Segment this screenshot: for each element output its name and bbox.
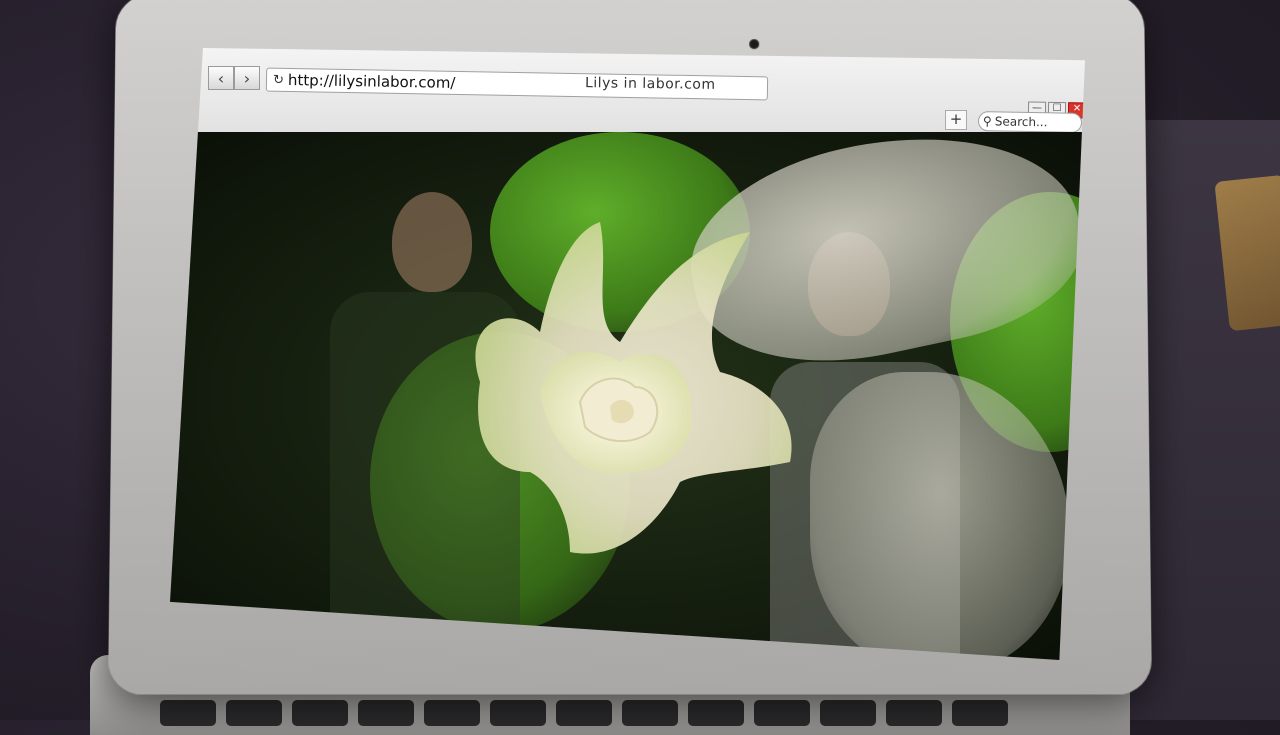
key: [556, 700, 612, 726]
nav-buttons: ‹ ›: [208, 66, 260, 90]
chevron-right-icon: ›: [244, 69, 250, 88]
key: [226, 700, 282, 726]
search-placeholder: Search...: [995, 114, 1048, 129]
key: [292, 700, 348, 726]
browser-toolbar: ‹ › ↻ http://lilysinlabor.com/ Lilys in …: [170, 48, 1085, 133]
key: [160, 700, 216, 726]
chevron-left-icon: ‹: [218, 69, 224, 88]
key: [622, 700, 678, 726]
laptop-screen: ‹ › ↻ http://lilysinlabor.com/ Lilys in …: [170, 48, 1085, 660]
key: [886, 700, 942, 726]
forward-button[interactable]: ›: [234, 66, 260, 90]
key: [688, 700, 744, 726]
search-input[interactable]: ⚲ Search...: [978, 111, 1082, 133]
key: [952, 700, 1008, 726]
search-icon: ⚲: [983, 114, 992, 128]
key: [490, 700, 546, 726]
reload-icon[interactable]: ↻: [273, 72, 284, 87]
key: [358, 700, 414, 726]
key: [424, 700, 480, 726]
url-text: http://lilysinlabor.com/: [288, 71, 456, 92]
gardenia-flower-image: [420, 172, 840, 592]
keyboard: [160, 700, 1060, 730]
webcam: [749, 39, 759, 49]
back-button[interactable]: ‹: [208, 66, 234, 90]
window-title: Lilys in labor.com: [585, 75, 716, 93]
page-content: [170, 132, 1085, 660]
new-tab-button[interactable]: +: [945, 110, 967, 130]
key: [820, 700, 876, 726]
key: [754, 700, 810, 726]
